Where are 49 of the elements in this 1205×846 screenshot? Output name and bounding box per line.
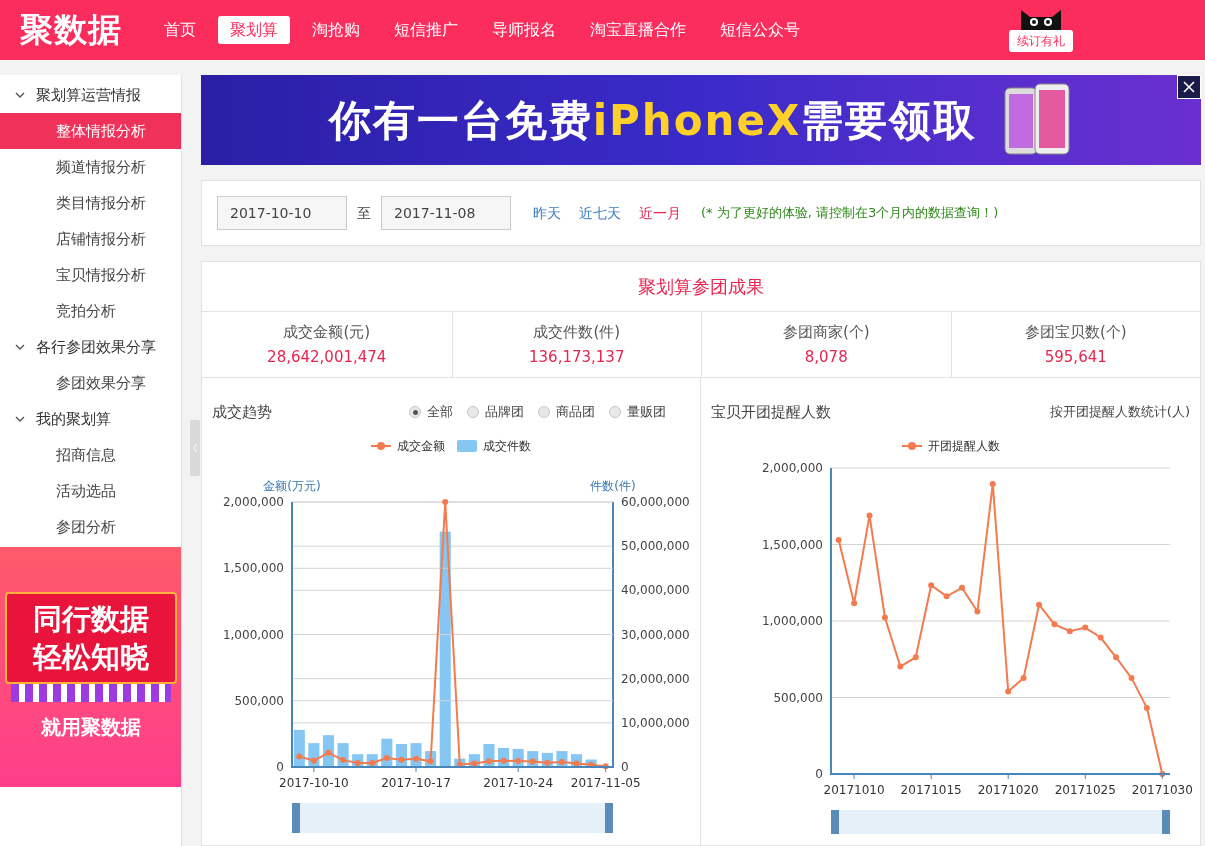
y-tick-label: 1,500,000	[222, 561, 284, 576]
stat-label: 成交件数(件)	[533, 322, 621, 343]
ad-tagline: 就用聚数据	[40, 714, 141, 741]
y-tick-label: 500,000	[773, 690, 823, 705]
x-tick-label: 2017-10-17	[381, 776, 451, 790]
y-tick-label: 20,000,000	[621, 671, 690, 686]
chart-title: 宝贝开团提醒人数	[711, 401, 831, 423]
x-tick-label: 20171030	[1131, 783, 1193, 797]
x-tick-label: 20171025	[1054, 783, 1116, 797]
y-tick-label: 50,000,000	[621, 539, 690, 554]
y-tick-label: 2,000,000	[761, 462, 823, 475]
legend-label: 开团提醒人数	[927, 438, 1000, 455]
y-tick-label: 1,000,000	[761, 614, 823, 628]
y-tick-label: 30,000,000	[621, 627, 690, 642]
y-tick-label: 0	[815, 767, 823, 781]
ad-headline: 轻松知晓	[32, 639, 149, 676]
x-tick-label: 20171010	[823, 783, 885, 797]
stat-value: 8,078	[804, 346, 848, 368]
y-tick-label: 60,000,000	[621, 495, 690, 509]
range-separator: 至	[357, 203, 371, 223]
stat-label: 成交金额(元)	[283, 322, 371, 343]
hint-text: (* 为了更好的体验, 请控制在3个月内的数据查询！)	[701, 204, 999, 223]
stat-value: 136,173,137	[529, 346, 625, 368]
results-title: 聚划算参团成果	[202, 262, 1200, 312]
stat-label: 参团宝贝数(个)	[1024, 322, 1127, 343]
stat-value: 595,641	[1044, 346, 1107, 368]
x-tick-label: 2017-11-05	[570, 776, 641, 790]
y-tick-label: 500,000	[234, 693, 284, 708]
axis-title: 金额(万元)	[263, 479, 321, 493]
y-tick-label: 10,000,000	[621, 715, 690, 730]
stat-value: 28,642,001,474	[267, 346, 387, 368]
y-tick-label: 0	[276, 760, 284, 774]
stat-label: 参团商家(个)	[782, 322, 870, 343]
x-tick-label: 20171020	[977, 783, 1039, 797]
chart-title: 成交趋势	[212, 401, 272, 423]
legend-label: 成交件数	[483, 438, 531, 455]
x-tick-label: 2017-10-10	[279, 776, 349, 790]
y-tick-label: 2,000,000	[222, 495, 284, 509]
y-tick-label: 0	[621, 760, 629, 774]
y-tick-label: 1,500,000	[761, 537, 823, 552]
x-tick-label: 2017-10-24	[483, 776, 554, 790]
y-tick-label: 40,000,000	[621, 583, 690, 598]
axis-title: 件数(件)	[590, 479, 636, 493]
banner-headline: 你有一台免费iPhoneX需要领取	[328, 94, 978, 147]
y-tick-label: 1,000,000	[222, 627, 284, 642]
ad-headline: 同行数据	[32, 601, 149, 638]
legend-label: 成交金额	[397, 438, 445, 455]
x-tick-label: 20171015	[900, 783, 962, 797]
chart-subtitle: 按开团提醒人数统计(人)	[1049, 403, 1190, 422]
